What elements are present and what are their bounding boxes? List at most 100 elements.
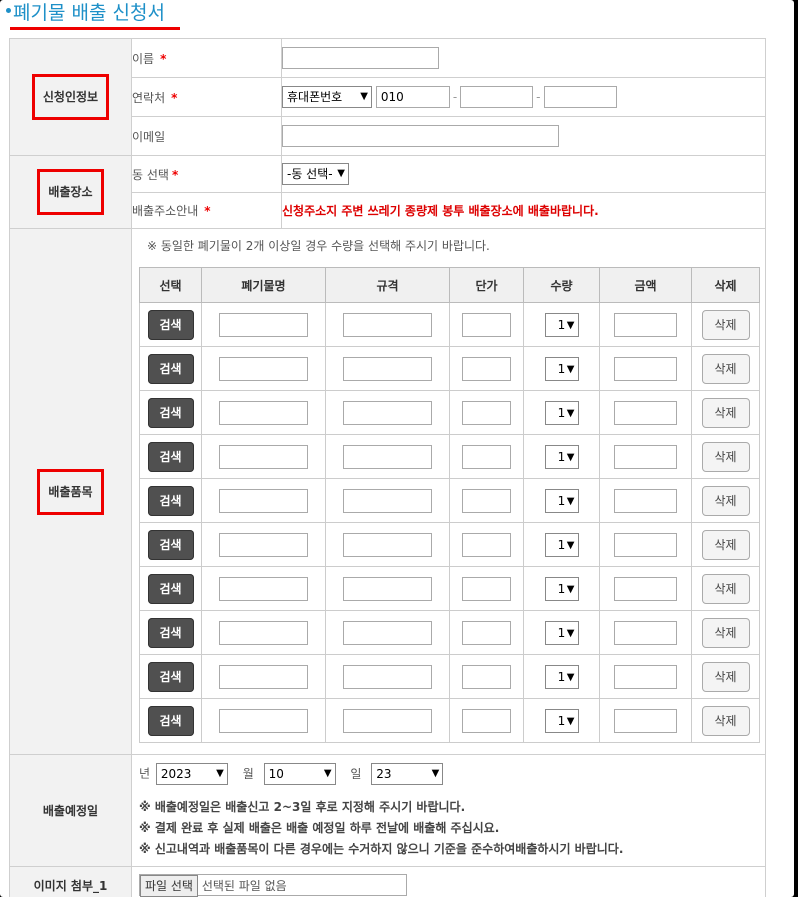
spec-input[interactable] — [343, 620, 432, 645]
required-mark: * — [160, 51, 167, 66]
file-input[interactable]: 파일 선택 선택된 파일 없음 — [139, 874, 407, 897]
waste-name-input[interactable] — [219, 312, 308, 337]
phone-type-select[interactable]: 휴대폰번호 ▼ — [282, 86, 372, 108]
waste-name-input[interactable] — [219, 664, 308, 689]
spec-input[interactable] — [343, 312, 432, 337]
table-row: 검색 1 ▼ 삭제 — [139, 566, 760, 611]
spec-input[interactable] — [343, 532, 432, 557]
unit-price-input[interactable] — [462, 488, 511, 513]
search-button[interactable]: 검색 — [147, 485, 194, 516]
chevron-down-icon: ▼ — [566, 715, 575, 727]
amount-input[interactable] — [614, 400, 677, 425]
waste-name-input[interactable] — [219, 444, 308, 469]
quantity-select[interactable]: 1 ▼ — [544, 576, 579, 601]
form-window: 폐기물 배출 신청서 신청인정보 이름* 연락처* 휴대폰번호▼ -- 이메일 … — [0, 0, 794, 897]
phone-last-input[interactable] — [543, 86, 617, 108]
quantity-select[interactable]: 1 ▼ — [544, 312, 579, 337]
unit-price-input[interactable] — [462, 664, 511, 689]
search-button[interactable]: 검색 — [147, 441, 194, 472]
delete-button[interactable]: 삭제 — [701, 485, 750, 516]
file-select-button[interactable]: 파일 선택 — [140, 875, 198, 897]
chevron-down-icon: ▼ — [566, 495, 575, 507]
chevron-down-icon: ▼ — [360, 91, 368, 102]
search-button[interactable]: 검색 — [147, 397, 194, 428]
page-title: 폐기물 배출 신청서 — [6, 0, 165, 25]
date-note: ※ 신고내역과 배출품목이 다른 경우에는 수거하지 않으니 기준을 준수하여배… — [139, 842, 624, 856]
phone-label: 연락처 * — [131, 77, 282, 117]
unit-price-input[interactable] — [462, 312, 511, 337]
delete-button[interactable]: 삭제 — [701, 529, 750, 560]
spec-input[interactable] — [343, 444, 432, 469]
unit-price-input[interactable] — [462, 708, 511, 733]
quantity-select[interactable]: 1 ▼ — [544, 444, 579, 469]
table-row: 검색 1 ▼ 삭제 — [139, 522, 760, 567]
delete-button[interactable]: 삭제 — [701, 617, 750, 648]
header-delete: 삭제 — [691, 267, 760, 303]
month-select[interactable]: 10 ▼ — [263, 763, 336, 785]
unit-price-input[interactable] — [462, 444, 511, 469]
delete-button[interactable]: 삭제 — [701, 441, 750, 472]
name-label: 이름 * — [131, 38, 282, 78]
waste-name-input[interactable] — [219, 356, 308, 381]
search-button[interactable]: 검색 — [147, 705, 194, 736]
delete-button[interactable]: 삭제 — [701, 309, 750, 340]
delete-button[interactable]: 삭제 — [701, 573, 750, 604]
chevron-down-icon: ▼ — [566, 539, 575, 551]
waste-name-input[interactable] — [219, 620, 308, 645]
waste-name-input[interactable] — [219, 708, 308, 733]
day-select[interactable]: 23 ▼ — [371, 763, 444, 785]
waste-name-input[interactable] — [219, 400, 308, 425]
quantity-select[interactable]: 1 ▼ — [544, 620, 579, 645]
unit-price-input[interactable] — [462, 620, 511, 645]
unit-price-input[interactable] — [462, 400, 511, 425]
amount-input[interactable] — [614, 488, 677, 513]
amount-input[interactable] — [614, 312, 677, 337]
phone-prefix-input[interactable] — [375, 86, 450, 108]
dong-select[interactable]: -동 선택- ▼ — [282, 163, 349, 185]
quantity-select[interactable]: 1 ▼ — [544, 664, 579, 689]
spec-input[interactable] — [343, 400, 432, 425]
amount-input[interactable] — [614, 620, 677, 645]
quantity-select[interactable]: 1 ▼ — [544, 356, 579, 381]
delete-button[interactable]: 삭제 — [701, 661, 750, 692]
delete-button[interactable]: 삭제 — [701, 705, 750, 736]
applicant-highlight: 신청인정보 — [31, 74, 110, 120]
name-input[interactable] — [282, 47, 439, 69]
year-select[interactable]: 2023 ▼ — [155, 763, 228, 785]
quantity-select[interactable]: 1 ▼ — [544, 708, 579, 733]
items-table: 선택 폐기물명 규격 단가 수량 금액 삭제 검색 1 ▼ 삭제 검색 1 ▼ 삭제 검색 1 ▼ 삭… — [139, 267, 760, 743]
quantity-select[interactable]: 1 ▼ — [544, 488, 579, 513]
search-button[interactable]: 검색 — [147, 309, 194, 340]
waste-name-input[interactable] — [219, 576, 308, 601]
amount-input[interactable] — [614, 444, 677, 469]
chevron-down-icon: ▼ — [323, 768, 332, 779]
section-applicant: 신청인정보 — [9, 38, 132, 156]
search-button[interactable]: 검색 — [147, 617, 194, 648]
search-button[interactable]: 검색 — [147, 529, 194, 560]
waste-name-input[interactable] — [219, 488, 308, 513]
search-button[interactable]: 검색 — [147, 661, 194, 692]
phone-mid-input[interactable] — [460, 86, 534, 108]
delete-button[interactable]: 삭제 — [701, 397, 750, 428]
search-button[interactable]: 검색 — [147, 573, 194, 604]
quantity-select[interactable]: 1 ▼ — [544, 532, 579, 557]
spec-input[interactable] — [343, 576, 432, 601]
email-input[interactable] — [282, 125, 559, 147]
amount-input[interactable] — [614, 356, 677, 381]
amount-input[interactable] — [614, 532, 677, 557]
amount-input[interactable] — [614, 708, 677, 733]
waste-name-input[interactable] — [219, 532, 308, 557]
unit-price-input[interactable] — [462, 576, 511, 601]
spec-input[interactable] — [343, 708, 432, 733]
delete-button[interactable]: 삭제 — [701, 353, 750, 384]
file-status: 선택된 파일 없음 — [201, 879, 287, 893]
spec-input[interactable] — [343, 664, 432, 689]
amount-input[interactable] — [614, 664, 677, 689]
amount-input[interactable] — [614, 576, 677, 601]
spec-input[interactable] — [343, 488, 432, 513]
quantity-select[interactable]: 1 ▼ — [544, 400, 579, 425]
unit-price-input[interactable] — [462, 356, 511, 381]
spec-input[interactable] — [343, 356, 432, 381]
unit-price-input[interactable] — [462, 532, 511, 557]
search-button[interactable]: 검색 — [147, 353, 194, 384]
